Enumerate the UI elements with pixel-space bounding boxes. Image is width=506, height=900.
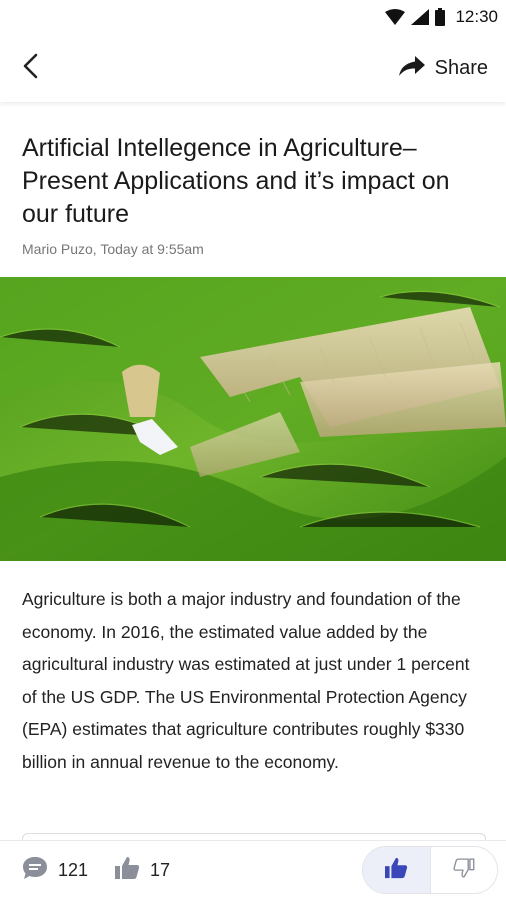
wifi-icon [385,9,406,25]
status-time: 12:30 [455,7,498,26]
thumbs-up-icon [114,856,140,885]
comment-icon [22,856,48,885]
article: Artificial Intellegence in Agriculture–P… [0,102,506,257]
vote-toggle [362,846,498,894]
status-bar: 12:30 [0,0,506,34]
comments-button[interactable]: 121 [22,856,88,885]
share-icon [398,55,425,81]
comments-count: 121 [58,860,89,880]
upvote-button[interactable] [363,847,430,893]
likes-count: 17 [150,860,171,880]
article-title: Artificial Intellegence in Agriculture–P… [22,134,450,228]
share-label: Share [434,56,488,79]
likes-button[interactable]: 17 [114,856,170,885]
article-byline: Mario Puzo, Today at 9:55am [22,241,204,257]
back-button[interactable] [22,48,52,88]
chevron-left-icon [22,53,38,84]
thumbs-down-icon [453,857,475,884]
app-bar: Share [0,34,506,102]
share-button[interactable]: Share [398,55,488,81]
article-body: Agriculture is both a major industry and… [22,589,470,772]
cellular-signal-icon [411,9,430,25]
hero-image [0,277,506,561]
downvote-button[interactable] [429,847,497,893]
bottom-action-bar: 121 17 [0,840,506,900]
battery-icon [435,8,446,26]
thumbs-up-icon [384,857,408,884]
